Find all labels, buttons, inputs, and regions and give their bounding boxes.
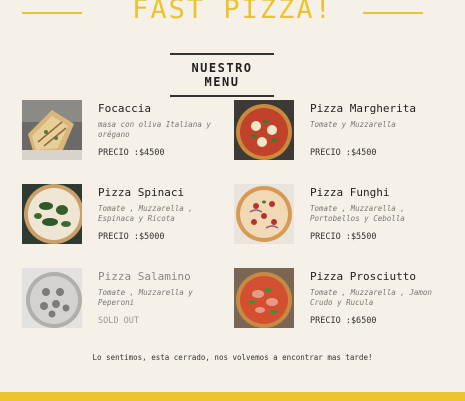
item-name: Pizza Prosciutto (310, 270, 416, 283)
focaccia-photo (22, 100, 82, 160)
item-description: Tomate , Muzzarella , Portobellos y Cebo… (310, 204, 405, 223)
menu-item-salamino: Pizza Salamino Tomate , Muzzarella y Pep… (22, 268, 232, 330)
item-description: Tomate , Muzzarella , Jamon Crudo y Rucu… (310, 288, 432, 307)
item-price: PRECIO :$5500 (310, 232, 377, 242)
menu-item-focaccia: Focaccia masa con oliva Italiana y oréga… (22, 100, 232, 162)
item-price: PRECIO :$4500 (310, 148, 377, 158)
item-description: Tomate y Muzzarella (310, 120, 396, 129)
item-name: Pizza Salamino (98, 270, 191, 283)
item-name: Pizza Margherita (310, 102, 416, 115)
item-description: masa con oliva Italiana y orégano (98, 120, 211, 139)
salamino-photo (22, 268, 82, 328)
item-description: Tomate , Muzzarella , Espinaca y Ricota (98, 204, 193, 223)
item-price: PRECIO :$5000 (98, 232, 165, 242)
menu-heading: NUESTRO MENU (170, 53, 274, 97)
item-description: Tomate , Muzzarella y Peperoni (98, 288, 193, 307)
menu-item-margherita: Pizza Margherita Tomate y Muzzarella PRE… (234, 100, 444, 162)
menu-item-prosciutto: Pizza Prosciutto Tomate , Muzzarella , J… (234, 268, 444, 330)
funghi-photo (234, 184, 294, 244)
closed-message: Lo sentimos, esta cerrado, nos volvemos … (92, 353, 373, 362)
menu-item-spinaci: Pizza Spinaci Tomate , Muzzarella , Espi… (22, 184, 232, 246)
item-name: Pizza Funghi (310, 186, 390, 199)
prosciutto-photo (234, 268, 294, 328)
item-price: PRECIO :$4500 (98, 148, 165, 158)
item-name: Pizza Spinaci (98, 186, 185, 199)
sold-out-label: SOLD OUT (98, 316, 139, 326)
item-price: PRECIO :$6500 (310, 316, 377, 326)
footer-bar (0, 392, 465, 401)
header-divider-right (363, 12, 423, 14)
margherita-photo (234, 100, 294, 160)
menu-item-funghi: Pizza Funghi Tomate , Muzzarella , Porto… (234, 184, 444, 246)
spinaci-photo (22, 184, 82, 244)
item-name: Focaccia (98, 102, 151, 115)
